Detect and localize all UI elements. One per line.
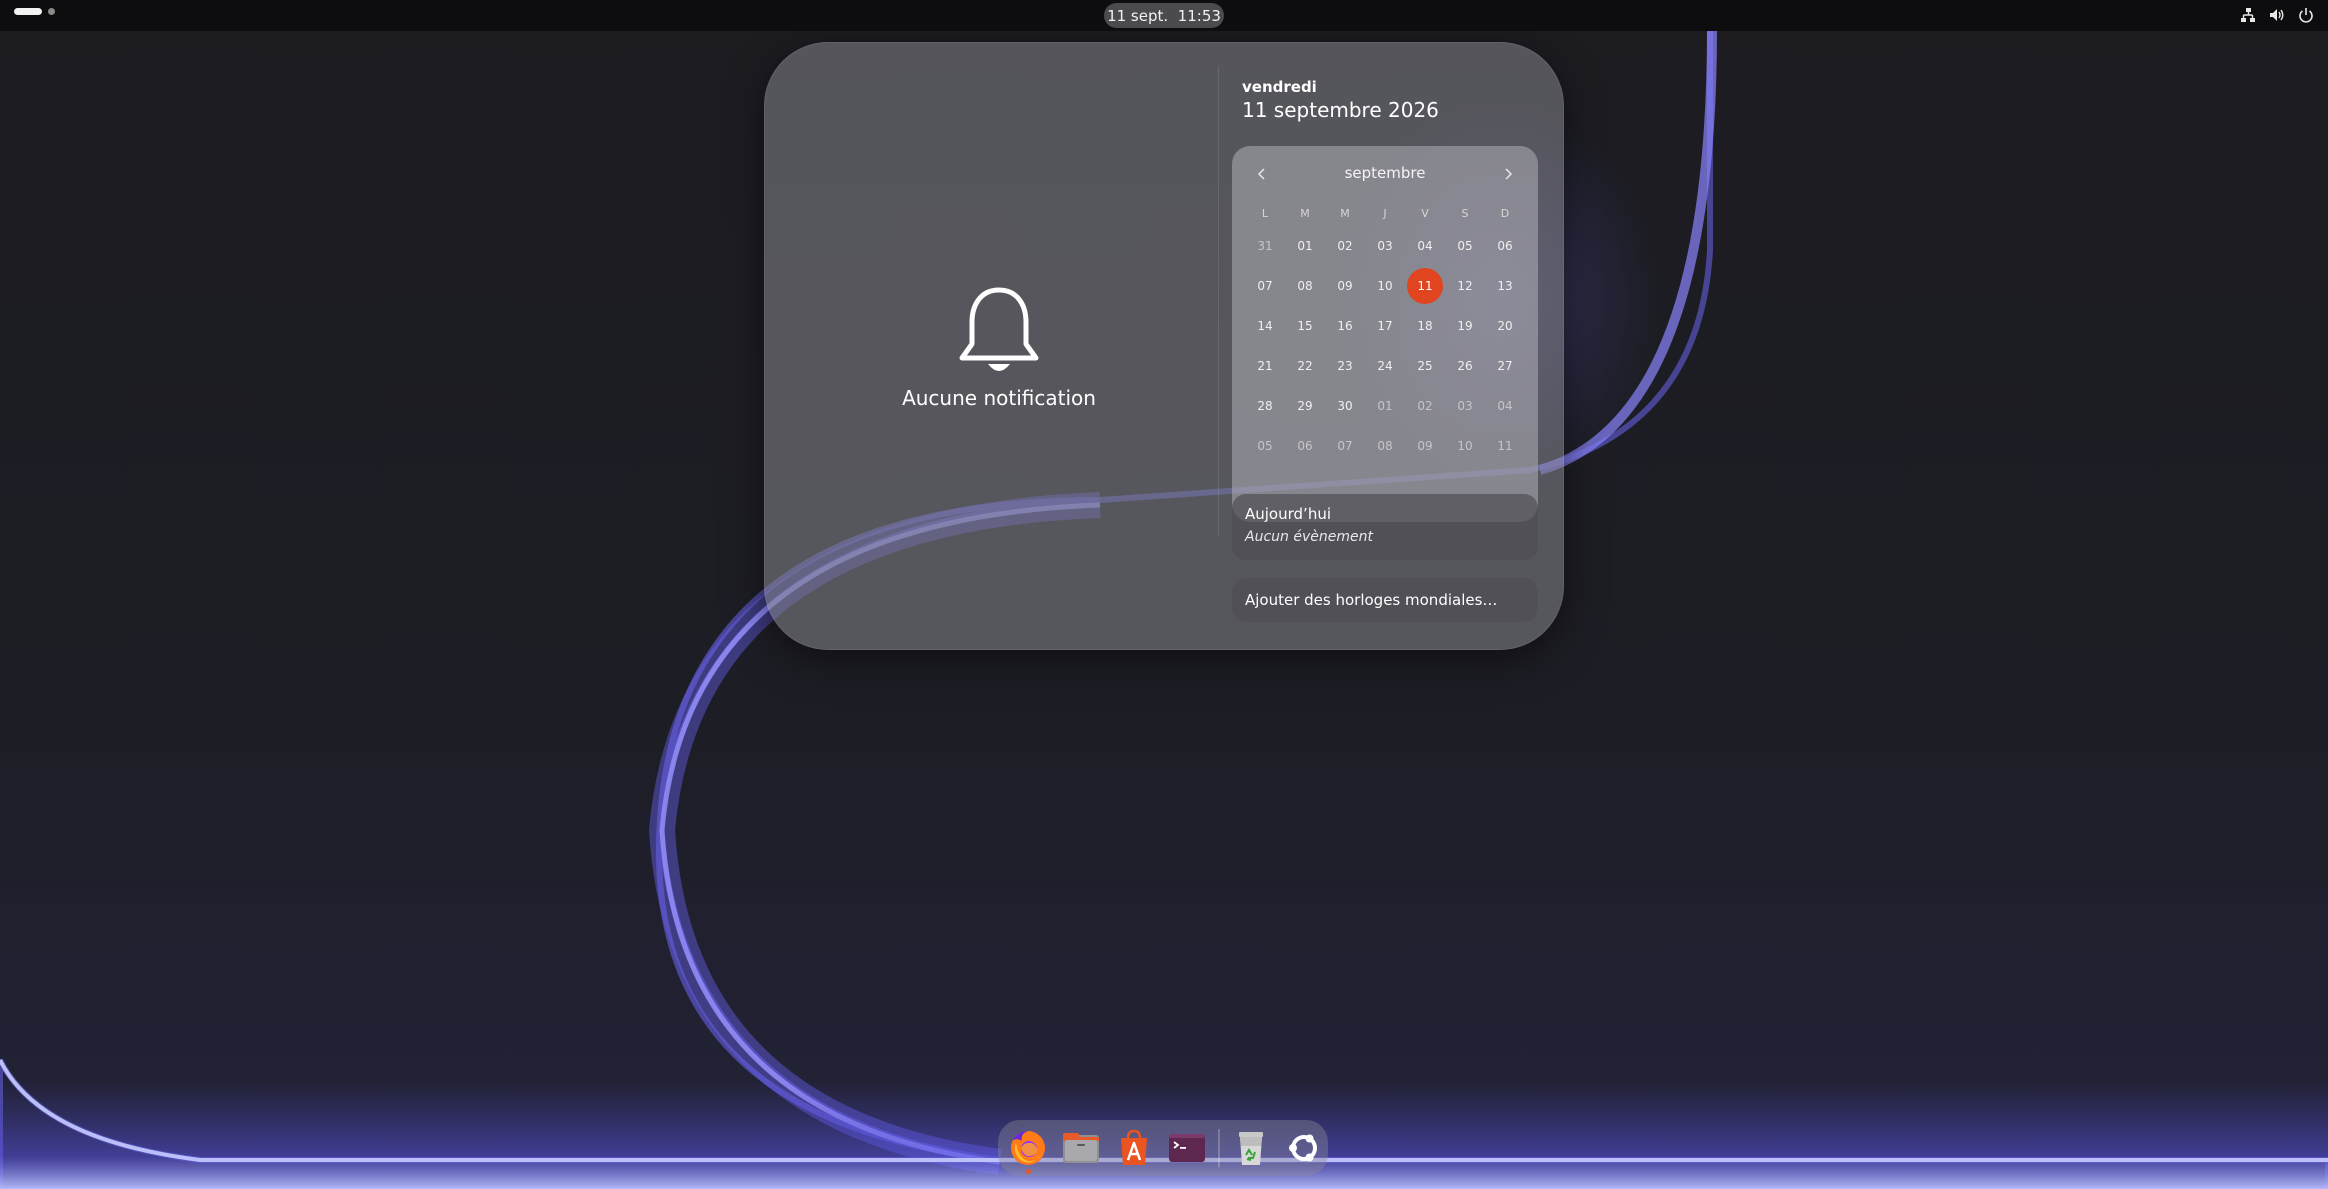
calendar-day[interactable]: 08 <box>1365 439 1405 453</box>
calendar-week-row: 07 08 09 10 11 12 13 <box>1232 266 1538 306</box>
calendar-day[interactable]: 19 <box>1445 319 1485 333</box>
active-workspace-indicator <box>14 8 42 15</box>
calendar-day[interactable]: 14 <box>1245 319 1285 333</box>
calendar-day[interactable]: 30 <box>1325 399 1365 413</box>
divider <box>1218 66 1219 536</box>
weekday-label[interactable]: vendredi <box>1242 78 1317 96</box>
calendar-day[interactable]: 09 <box>1405 439 1445 453</box>
calendar-day[interactable]: 06 <box>1285 439 1325 453</box>
files-icon <box>1062 1133 1099 1163</box>
workspace-indicator <box>48 8 55 15</box>
events-title: Aujourd’hui <box>1245 505 1331 523</box>
calendar-week-row: 28 29 30 01 02 03 04 <box>1232 386 1538 426</box>
calendar-day[interactable]: 07 <box>1325 439 1365 453</box>
weekday-header: J <box>1383 206 1387 220</box>
calendar-day[interactable]: 20 <box>1485 319 1525 333</box>
calendar-day[interactable]: 28 <box>1245 399 1285 413</box>
calendar-day[interactable]: 22 <box>1285 359 1325 373</box>
desktop: 11 sept. 11:53 Aucune notification vendr… <box>0 0 2328 1189</box>
running-indicator <box>1026 1169 1031 1174</box>
calendar-day[interactable]: 24 <box>1365 359 1405 373</box>
calendar-day[interactable]: 04 <box>1485 399 1525 413</box>
chevron-right-icon <box>1505 168 1513 180</box>
calendar-week-row: 21 22 23 24 25 26 27 <box>1232 346 1538 386</box>
calendar-day[interactable]: 21 <box>1245 359 1285 373</box>
network-icon[interactable] <box>2239 6 2256 23</box>
weekday-header: S <box>1461 206 1469 220</box>
full-date-label[interactable]: 11 septembre 2026 <box>1242 98 1439 122</box>
weekday-header: D <box>1500 206 1510 220</box>
power-icon[interactable] <box>2297 6 2314 23</box>
no-notifications-label: Aucune notification <box>902 386 1096 410</box>
calendar-day[interactable]: 09 <box>1325 279 1365 293</box>
calendar-day[interactable]: 11 <box>1485 439 1525 453</box>
top-bar: 11 sept. 11:53 <box>0 0 2328 31</box>
trash-icon <box>1239 1132 1264 1165</box>
calendar-day[interactable]: 03 <box>1365 239 1405 253</box>
calendar-day[interactable]: 08 <box>1285 279 1325 293</box>
calendar-day[interactable]: 27 <box>1485 359 1525 373</box>
calendar-day[interactable]: 01 <box>1285 239 1325 253</box>
weekday-header: M <box>1340 206 1350 220</box>
dock-item-app-center[interactable] <box>1110 1123 1157 1173</box>
calendar-day[interactable]: 23 <box>1325 359 1365 373</box>
calendar-day[interactable]: 12 <box>1445 279 1485 293</box>
calendar-day[interactable]: 02 <box>1405 399 1445 413</box>
calendar-week-row: 05 06 07 08 09 10 11 <box>1232 426 1538 466</box>
calendar-day[interactable]: 02 <box>1325 239 1365 253</box>
calendar-day[interactable]: 26 <box>1445 359 1485 373</box>
calendar-day[interactable]: 10 <box>1365 279 1405 293</box>
calendar-day[interactable]: 17 <box>1365 319 1405 333</box>
calendar-month-label: septembre <box>1344 164 1426 182</box>
show-apps-button[interactable] <box>1281 1123 1328 1173</box>
calendar-day[interactable]: 03 <box>1445 399 1485 413</box>
calendar-day[interactable]: 31 <box>1245 239 1285 253</box>
bell-icon <box>959 287 1039 371</box>
calendar-header: septembre <box>1232 162 1538 186</box>
clock-button[interactable]: 11 sept. 11:53 <box>1104 3 1224 28</box>
dock-item-terminal[interactable] <box>1163 1123 1210 1173</box>
dock-item-files[interactable] <box>1057 1123 1104 1173</box>
activities-button[interactable] <box>14 8 55 15</box>
calendar-day-today[interactable]: 11 <box>1407 268 1443 304</box>
dock-item-firefox[interactable] <box>1004 1123 1051 1174</box>
weekday-header-row: L M M J V S D <box>1232 202 1538 224</box>
calendar-grid: L M M J V S D 31 01 02 03 04 05 06 07 08… <box>1232 202 1538 466</box>
calendar-week-row: 31 01 02 03 04 05 06 <box>1232 226 1538 266</box>
dock-separator <box>1218 1129 1220 1167</box>
add-world-clocks-button[interactable]: Ajouter des horloges mondiales… <box>1232 578 1538 622</box>
no-events-label: Aucun évènement <box>1245 529 1373 545</box>
calendar-day[interactable]: 07 <box>1245 279 1285 293</box>
calendar-day[interactable]: 05 <box>1445 239 1485 253</box>
calendar-day[interactable]: 25 <box>1405 359 1445 373</box>
calendar-day[interactable]: 04 <box>1405 239 1445 253</box>
calendar-day[interactable]: 29 <box>1285 399 1325 413</box>
system-tray[interactable] <box>2239 6 2314 23</box>
volume-icon[interactable] <box>2268 6 2285 23</box>
date-menu-popover: Aucune notification vendredi 11 septembr… <box>764 42 1564 650</box>
calendar-day[interactable]: 13 <box>1485 279 1525 293</box>
firefox-icon <box>1010 1131 1045 1165</box>
calendar-week-row: 14 15 16 17 18 19 20 <box>1232 306 1538 346</box>
calendar-day[interactable]: 01 <box>1365 399 1405 413</box>
calendar: septembre L M M J V S D 31 01 02 03 04 0… <box>1232 146 1538 522</box>
calendar-day[interactable]: 18 <box>1405 319 1445 333</box>
terminal-icon <box>1168 1134 1205 1162</box>
weekday-header: V <box>1421 206 1429 220</box>
calendar-day[interactable]: 05 <box>1245 439 1285 453</box>
calendar-day[interactable]: 10 <box>1445 439 1485 453</box>
notification-list: Aucune notification <box>764 42 1218 650</box>
dock-item-trash[interactable] <box>1228 1123 1275 1173</box>
calendar-day[interactable]: 06 <box>1485 239 1525 253</box>
weekday-header: L <box>1261 206 1269 220</box>
dock <box>998 1120 1328 1176</box>
calendar-day[interactable]: 16 <box>1325 319 1365 333</box>
calendar-day[interactable]: 15 <box>1285 319 1325 333</box>
app-center-icon <box>1120 1129 1147 1165</box>
show-apps-icon <box>1289 1134 1318 1162</box>
events-section[interactable]: Aujourd’hui Aucun évènement <box>1232 494 1538 560</box>
weekday-header: M <box>1300 206 1310 220</box>
next-month-button[interactable] <box>1496 162 1520 186</box>
